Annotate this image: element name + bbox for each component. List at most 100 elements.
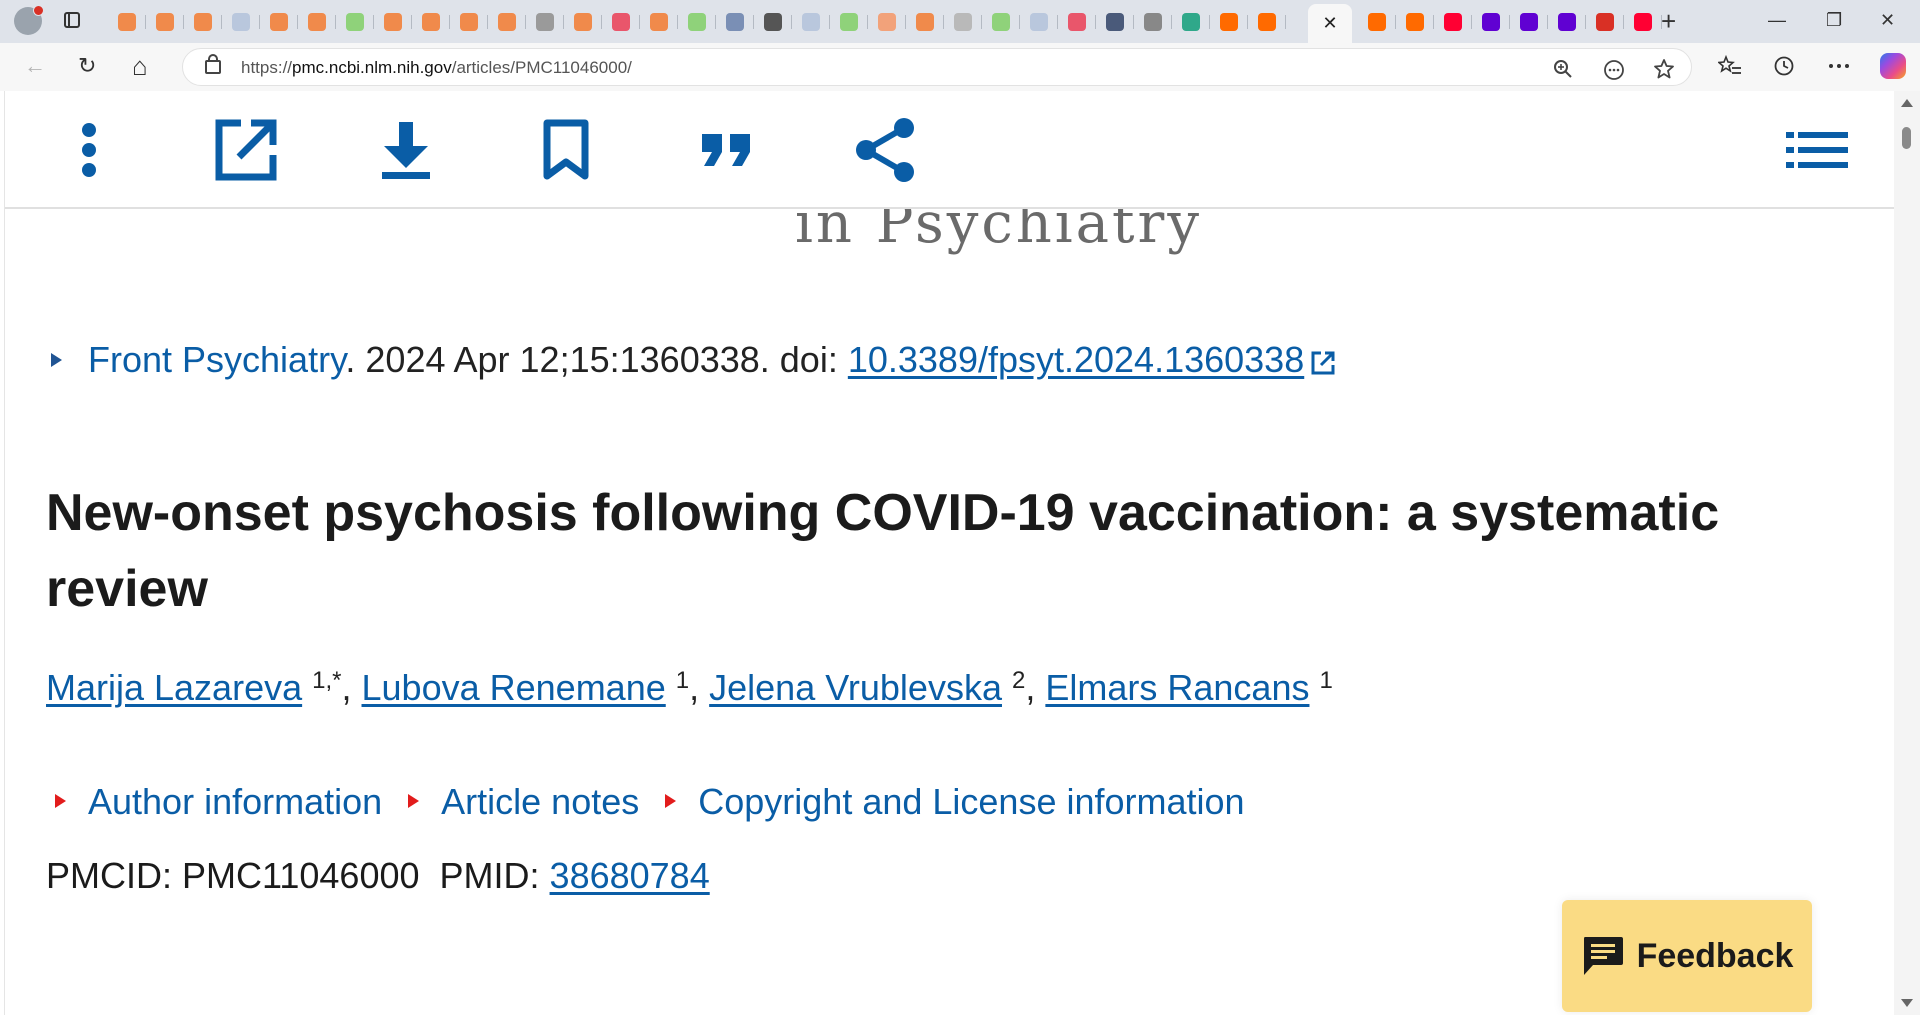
- author-link[interactable]: Jelena Vrublevska: [709, 667, 1002, 708]
- browser-tab-3[interactable]: [184, 9, 222, 35]
- download-icon: [382, 122, 430, 179]
- close-window-button[interactable]: ✕: [1880, 10, 1895, 31]
- cite-button[interactable]: [691, 115, 761, 185]
- scroll-up-arrow-icon[interactable]: [1901, 99, 1913, 107]
- table-of-contents-button[interactable]: [1782, 115, 1852, 185]
- browser-tab-8[interactable]: [374, 9, 412, 35]
- settings-more-icon[interactable]: [1828, 63, 1850, 69]
- tab-favicon-icon: [1596, 13, 1614, 31]
- lock-icon[interactable]: [205, 54, 221, 74]
- tab-favicon-icon: [194, 13, 212, 31]
- browser-tab-12[interactable]: [526, 9, 564, 35]
- expand-triangle-icon: [408, 794, 420, 808]
- browser-tab-27[interactable]: [1096, 9, 1134, 35]
- browser-tab-24[interactable]: [982, 9, 1020, 35]
- browser-tab-21[interactable]: [868, 9, 906, 35]
- accordion-toggle[interactable]: Author information: [55, 781, 382, 823]
- tab-favicon-icon: [1558, 13, 1576, 31]
- active-tab[interactable]: ✕: [1308, 4, 1352, 43]
- browser-tab-19[interactable]: [792, 9, 830, 35]
- favorite-star-icon[interactable]: [1653, 58, 1675, 80]
- favorites-list-icon[interactable]: [1718, 55, 1742, 77]
- doi-link[interactable]: 10.3389/fpsyt.2024.1360338: [848, 339, 1304, 380]
- external-link-icon[interactable]: [1310, 350, 1336, 376]
- tab-actions-icon[interactable]: [64, 12, 80, 28]
- browser-tab-29[interactable]: [1172, 9, 1210, 35]
- browser-tab-23[interactable]: [944, 9, 982, 35]
- tab-favicon-icon: [878, 13, 896, 31]
- journal-link[interactable]: Front Psychiatry: [88, 339, 345, 380]
- browser-tab-right-1[interactable]: [1358, 9, 1396, 35]
- browser-tab-26[interactable]: [1058, 9, 1096, 35]
- tab-close-icon[interactable]: ✕: [1322, 13, 1337, 34]
- accordion-toggle[interactable]: Copyright and License information: [665, 781, 1245, 823]
- profile-avatar-icon[interactable]: [14, 5, 44, 35]
- url-text[interactable]: https://pmc.ncbi.nlm.nih.gov/articles/PM…: [241, 58, 632, 78]
- home-button[interactable]: ⌂: [132, 53, 148, 79]
- browser-tab-right-8[interactable]: [1624, 9, 1662, 35]
- author-link[interactable]: Lubova Renemane: [362, 667, 666, 708]
- browser-tab-6[interactable]: [298, 9, 336, 35]
- author-link[interactable]: Marija Lazareva: [46, 667, 302, 708]
- browser-tab-28[interactable]: [1134, 9, 1172, 35]
- browser-tab-5[interactable]: [260, 9, 298, 35]
- browser-tab-31[interactable]: [1248, 9, 1286, 35]
- author-affiliation-marker[interactable]: 1,*: [312, 667, 341, 694]
- browser-tab-15[interactable]: [640, 9, 678, 35]
- copilot-icon[interactable]: [1880, 53, 1906, 79]
- browser-tab-2[interactable]: [146, 9, 184, 35]
- author-link[interactable]: Elmars Rancans: [1045, 667, 1309, 708]
- author-affiliation-marker[interactable]: 1: [1319, 667, 1332, 694]
- browser-tab-17[interactable]: [716, 9, 754, 35]
- restore-button[interactable]: ❐: [1826, 10, 1842, 31]
- history-icon[interactable]: [1773, 55, 1795, 77]
- minimize-button[interactable]: —: [1768, 10, 1786, 31]
- zoom-icon[interactable]: [1553, 59, 1573, 79]
- browser-tab-16[interactable]: [678, 9, 716, 35]
- open-in-new-window-button[interactable]: [211, 115, 281, 185]
- browser-tab-30[interactable]: [1210, 9, 1248, 35]
- scroll-thumb[interactable]: [1902, 127, 1911, 149]
- browser-tab-10[interactable]: [450, 9, 488, 35]
- browser-tab-right-7[interactable]: [1586, 9, 1624, 35]
- new-tab-button[interactable]: +: [1661, 8, 1676, 34]
- author-affiliation-marker[interactable]: 2: [1012, 667, 1025, 694]
- author-affiliation-marker[interactable]: 1: [676, 667, 689, 694]
- browser-tab-right-4[interactable]: [1472, 9, 1510, 35]
- browser-tab-20[interactable]: [830, 9, 868, 35]
- browser-tab-22[interactable]: [906, 9, 944, 35]
- browser-tab-11[interactable]: [488, 9, 526, 35]
- feedback-label: Feedback: [1636, 936, 1794, 975]
- browser-tab-13[interactable]: [564, 9, 602, 35]
- pmid-link[interactable]: 38680784: [550, 855, 710, 896]
- cite-quote-icon: [702, 134, 750, 166]
- bookmark-icon: [543, 119, 589, 180]
- author-separator: ,: [689, 667, 710, 708]
- browser-tab-right-3[interactable]: [1434, 9, 1472, 35]
- scroll-down-arrow-icon[interactable]: [1901, 999, 1913, 1007]
- share-button[interactable]: [851, 115, 921, 185]
- tab-favicon-icon: [498, 13, 516, 31]
- reading-mode-icon[interactable]: [1603, 59, 1625, 81]
- vertical-scrollbar[interactable]: [1894, 91, 1920, 1015]
- expand-triangle-icon[interactable]: [51, 353, 62, 367]
- download-pdf-button[interactable]: [371, 115, 441, 185]
- save-bookmark-button[interactable]: [531, 115, 601, 185]
- browser-tab-7[interactable]: [336, 9, 374, 35]
- address-bar[interactable]: https://pmc.ncbi.nlm.nih.gov/articles/PM…: [182, 48, 1692, 86]
- browser-tab-14[interactable]: [602, 9, 640, 35]
- reload-button[interactable]: ↻: [78, 54, 96, 78]
- browser-tab-right-5[interactable]: [1510, 9, 1548, 35]
- accordion-toggle[interactable]: Article notes: [408, 781, 639, 823]
- browser-tab-18[interactable]: [754, 9, 792, 35]
- browser-tab-right-2[interactable]: [1396, 9, 1434, 35]
- browser-tab-9[interactable]: [412, 9, 450, 35]
- browser-tab-1[interactable]: [108, 9, 146, 35]
- address-bar-row: ← ↻ ⌂ https://pmc.ncbi.nlm.nih.gov/artic…: [0, 43, 1920, 91]
- browser-tab-4[interactable]: [222, 9, 260, 35]
- back-button[interactable]: ←: [24, 54, 46, 78]
- more-actions-button[interactable]: [54, 115, 124, 185]
- browser-tab-25[interactable]: [1020, 9, 1058, 35]
- feedback-button[interactable]: Feedback: [1562, 900, 1812, 1012]
- browser-tab-right-6[interactable]: [1548, 9, 1586, 35]
